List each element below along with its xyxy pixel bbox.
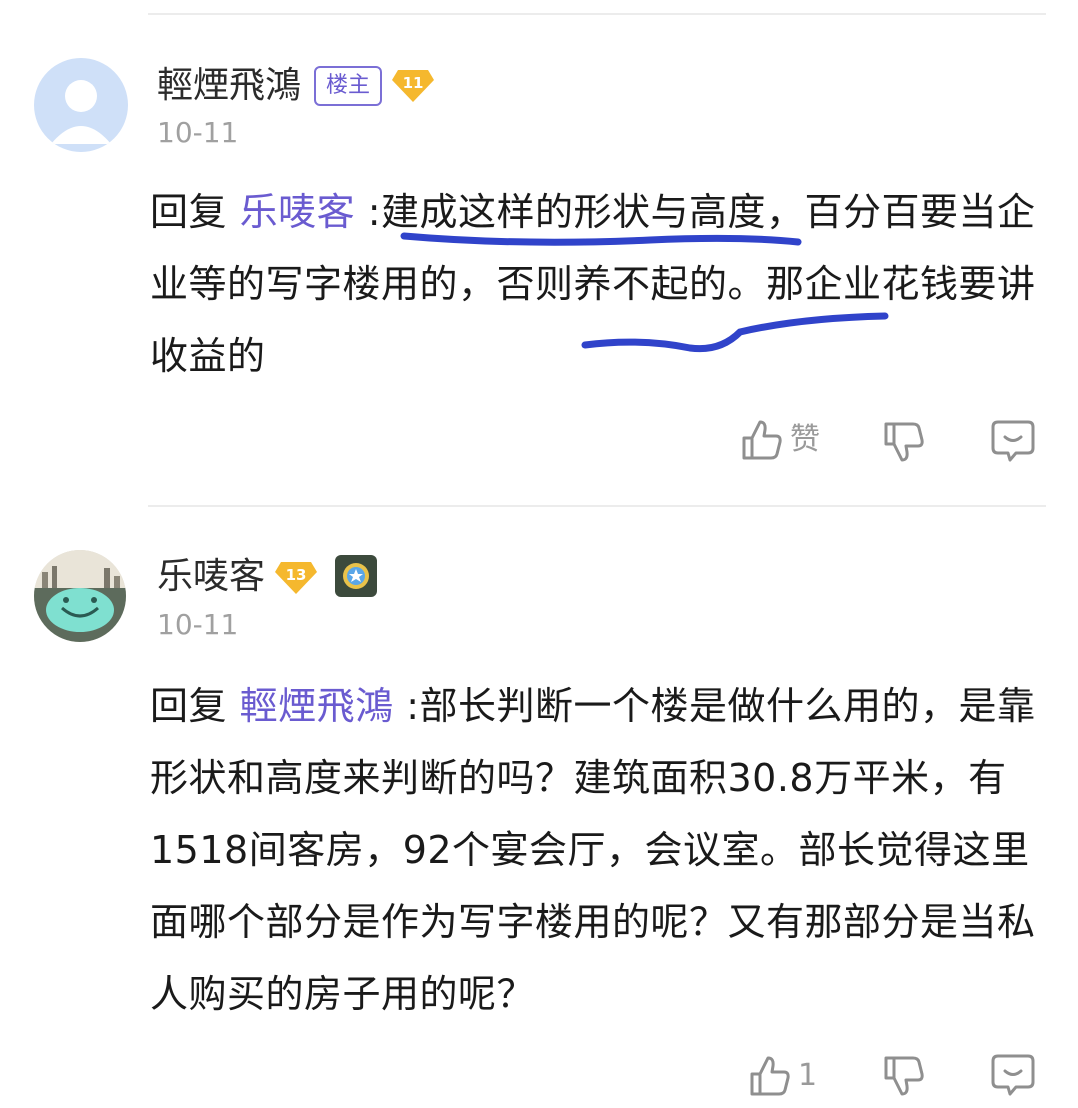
- comment-bubble-icon: [991, 420, 1035, 462]
- level-number: 11: [402, 74, 424, 92]
- reply-prefix: 回复: [150, 190, 228, 234]
- like-label: 赞: [790, 422, 820, 457]
- default-avatar-icon[interactable]: [34, 58, 128, 152]
- level-badge: 11: [392, 68, 434, 104]
- username[interactable]: 乐唛客: [157, 557, 265, 597]
- timestamp: 10-11: [157, 608, 239, 641]
- level-badge: 13: [275, 560, 317, 596]
- dislike-button[interactable]: [882, 420, 926, 464]
- comment-text: 回复 輕煙飛鴻 :部长判断一个楼是做什么用的，是靠形状和高度来判断的吗？建筑面积…: [150, 670, 1040, 1030]
- reply-prefix: 回复: [150, 684, 228, 728]
- reply-button[interactable]: [990, 418, 1036, 464]
- action-bar: 赞: [0, 410, 1078, 470]
- thumbs-down-icon: [884, 1056, 924, 1096]
- op-badge: 楼主: [314, 66, 383, 106]
- timestamp: 10-11: [157, 116, 239, 149]
- medal-badge-icon: [335, 555, 377, 597]
- comment-text: 回复 乐唛客 :建成这样的形状与高度，百分百要当企业等的写字楼用的，否则养不起的…: [150, 176, 1040, 392]
- thumbs-down-icon: [884, 422, 924, 462]
- comment-body: :部长判断一个楼是做什么用的，是靠形状和高度来判断的吗？建筑面积30.8万平米，…: [150, 684, 1036, 1016]
- post-divider: [148, 505, 1046, 507]
- username[interactable]: 輕煙飛鴻: [157, 66, 301, 106]
- action-bar: 1: [0, 1048, 1078, 1108]
- comment-bubble-icon: [991, 1054, 1035, 1096]
- thumbs-up-icon: [750, 1056, 790, 1096]
- thumbs-up-icon: [742, 420, 782, 460]
- dislike-button[interactable]: [882, 1054, 926, 1098]
- masked-face-avatar-icon[interactable]: [34, 550, 126, 642]
- like-button[interactable]: 赞: [740, 418, 820, 462]
- level-number: 13: [285, 566, 307, 584]
- reply-mention[interactable]: 乐唛客: [240, 190, 356, 234]
- top-divider: [148, 13, 1046, 15]
- like-button[interactable]: 1: [748, 1054, 817, 1098]
- like-count: 1: [798, 1058, 818, 1093]
- reply-mention[interactable]: 輕煙飛鴻: [240, 684, 394, 728]
- reply-button[interactable]: [990, 1052, 1036, 1098]
